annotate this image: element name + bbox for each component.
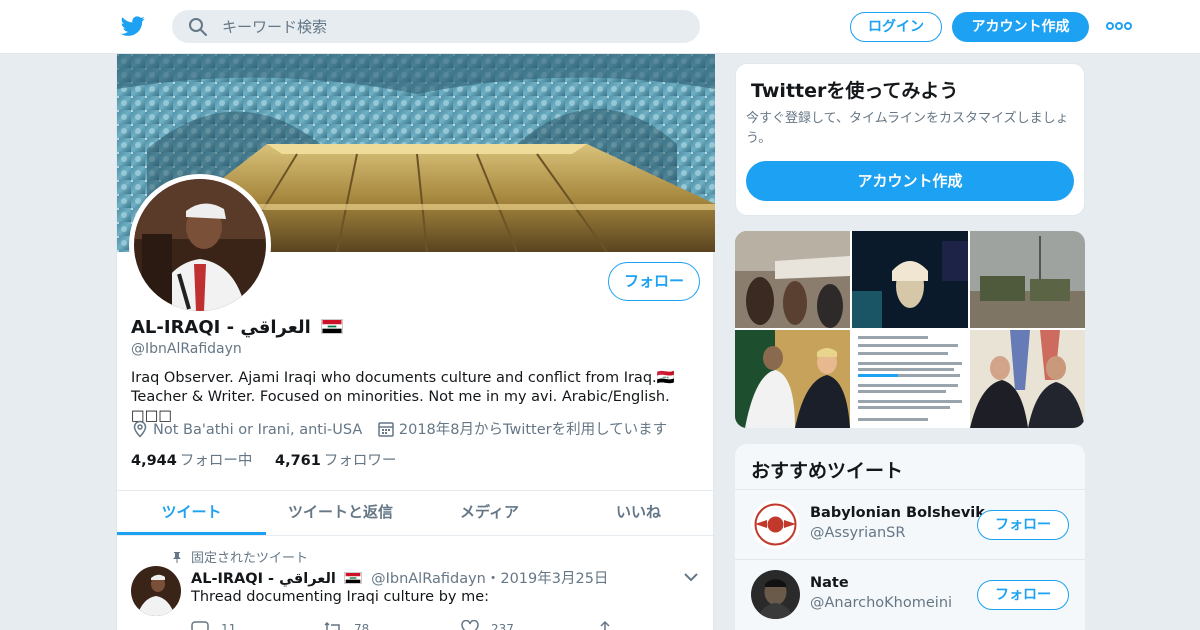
- reply-action[interactable]: 11: [191, 620, 236, 630]
- profile-joined-text: 2018年8月からTwitterを利用しています: [398, 422, 668, 438]
- profile-name-text: AL-IRAQI - العراقي: [131, 317, 311, 338]
- chevron-down-icon[interactable]: [683, 570, 699, 584]
- recommended-name[interactable]: Nate: [810, 575, 849, 591]
- recommended-item[interactable]: Nate @AnarchoKhomeini フォロー: [735, 559, 1085, 628]
- iraq-flag-icon: [321, 319, 344, 334]
- top-nav: ログイン アカウント作成: [0, 0, 1200, 54]
- like-action[interactable]: 237: [461, 619, 514, 630]
- profile-handle: @IbnAlRafidayn: [131, 341, 242, 357]
- pinned-label: 固定されたツイート: [171, 547, 308, 566]
- profile-card: フォロー AL-IRAQI - العراقي @IbnAlRafidayn I…: [116, 54, 715, 630]
- more-dots-icon[interactable]: [1106, 20, 1132, 32]
- search-input[interactable]: [222, 10, 682, 43]
- recommended-item[interactable]: Babylonian Bolshevik @AssyrianSR フォロー: [735, 489, 1085, 558]
- media-thumb-4[interactable]: [735, 330, 850, 428]
- recommended-handle[interactable]: @AssyrianSR: [810, 525, 905, 541]
- media-thumb-1[interactable]: [735, 231, 850, 328]
- tweet-text: Thread documenting Iraqi culture by me:: [191, 589, 490, 605]
- signup-card-subtitle: 今すぐ登録して、タイムラインをカスタマイズしましょう。: [746, 111, 1069, 146]
- recommended-avatar[interactable]: [751, 570, 800, 619]
- tweet-handle-date[interactable]: @IbnAlRafidayn・2019年3月25日: [371, 571, 608, 587]
- reply-icon: [191, 621, 209, 630]
- profile-stats: 4,944 フォロー中 4,761 フォロワー: [131, 449, 414, 470]
- tab-tweets-replies[interactable]: ツイートと返信: [266, 491, 415, 535]
- signup-button[interactable]: アカウント作成: [952, 12, 1089, 42]
- recommended-name[interactable]: Babylonian Bolshevik: [810, 505, 985, 521]
- recommended-handle[interactable]: @AnarchoKhomeini: [810, 595, 952, 611]
- tab-tweets[interactable]: ツイート: [117, 491, 266, 535]
- login-button[interactable]: ログイン: [850, 12, 942, 42]
- search-icon: [189, 18, 207, 36]
- media-thumb-2[interactable]: [852, 231, 968, 328]
- tab-likes[interactable]: いいね: [564, 491, 713, 535]
- signup-card: Twitterを使ってみよう 今すぐ登録して、タイムラインをカスタマイズしましょ…: [735, 63, 1085, 216]
- profile-meta: Not Ba'athi or Irani, anti-USA 2018年8月から…: [131, 418, 677, 439]
- reply-count: 11: [221, 622, 237, 630]
- recommended-title: おすすめツイート: [751, 460, 904, 482]
- recommended-follow-button[interactable]: フォロー: [977, 580, 1069, 610]
- media-thumb-3[interactable]: [970, 231, 1085, 328]
- retweet-icon: [324, 621, 340, 630]
- profile-joined: 2018年8月からTwitterを利用しています: [377, 422, 667, 438]
- iraq-flag-icon: [344, 572, 363, 584]
- share-action[interactable]: [596, 620, 626, 630]
- tab-media[interactable]: メディア: [415, 491, 564, 535]
- retweet-action[interactable]: 78: [324, 620, 369, 630]
- media-thumb-5[interactable]: [852, 330, 968, 428]
- location-pin-icon: [133, 420, 147, 438]
- recommended-panel: おすすめツイート Babylonian Bolshevik @AssyrianS…: [735, 444, 1085, 630]
- recommended-avatar[interactable]: [751, 500, 800, 549]
- followers-count[interactable]: 4,761: [275, 453, 321, 469]
- search-box[interactable]: [172, 10, 700, 43]
- signup-card-title: Twitterを使ってみよう: [751, 80, 959, 102]
- tweet-actions: 11 78 237: [191, 619, 611, 630]
- profile-location-text: Not Ba'athi or Irani, anti-USA: [153, 422, 363, 438]
- share-icon: [600, 620, 610, 630]
- profile-location: Not Ba'athi or Irani, anti-USA: [131, 420, 367, 438]
- profile-name: AL-IRAQI - العراقي: [131, 317, 344, 338]
- signup-card-button[interactable]: アカウント作成: [746, 161, 1074, 201]
- follow-button[interactable]: フォロー: [608, 262, 700, 301]
- heart-icon: [461, 619, 479, 630]
- following-count[interactable]: 4,944: [131, 453, 177, 469]
- calendar-icon: [378, 422, 394, 437]
- pinned-label-text: 固定されたツイート: [191, 551, 309, 566]
- followers-label[interactable]: フォロワー: [324, 453, 397, 469]
- tweet-avatar[interactable]: [131, 566, 181, 616]
- media-grid: [735, 231, 1085, 428]
- profile-tabs: ツイート ツイートと返信 メディア いいね: [117, 490, 713, 536]
- recommended-follow-button[interactable]: フォロー: [977, 510, 1069, 540]
- twitter-bird-icon[interactable]: [120, 14, 146, 38]
- tweet-author-name[interactable]: AL-IRAQI - العراقي: [191, 571, 336, 587]
- like-count: 237: [491, 622, 514, 630]
- profile-avatar[interactable]: [129, 174, 271, 316]
- following-label[interactable]: フォロー中: [180, 453, 253, 469]
- retweet-count: 78: [354, 622, 370, 630]
- pin-icon: [173, 552, 181, 563]
- tweet-header: AL-IRAQI - العراقي @IbnAlRafidayn・2019年3…: [191, 567, 608, 588]
- media-thumb-6[interactable]: [970, 330, 1085, 428]
